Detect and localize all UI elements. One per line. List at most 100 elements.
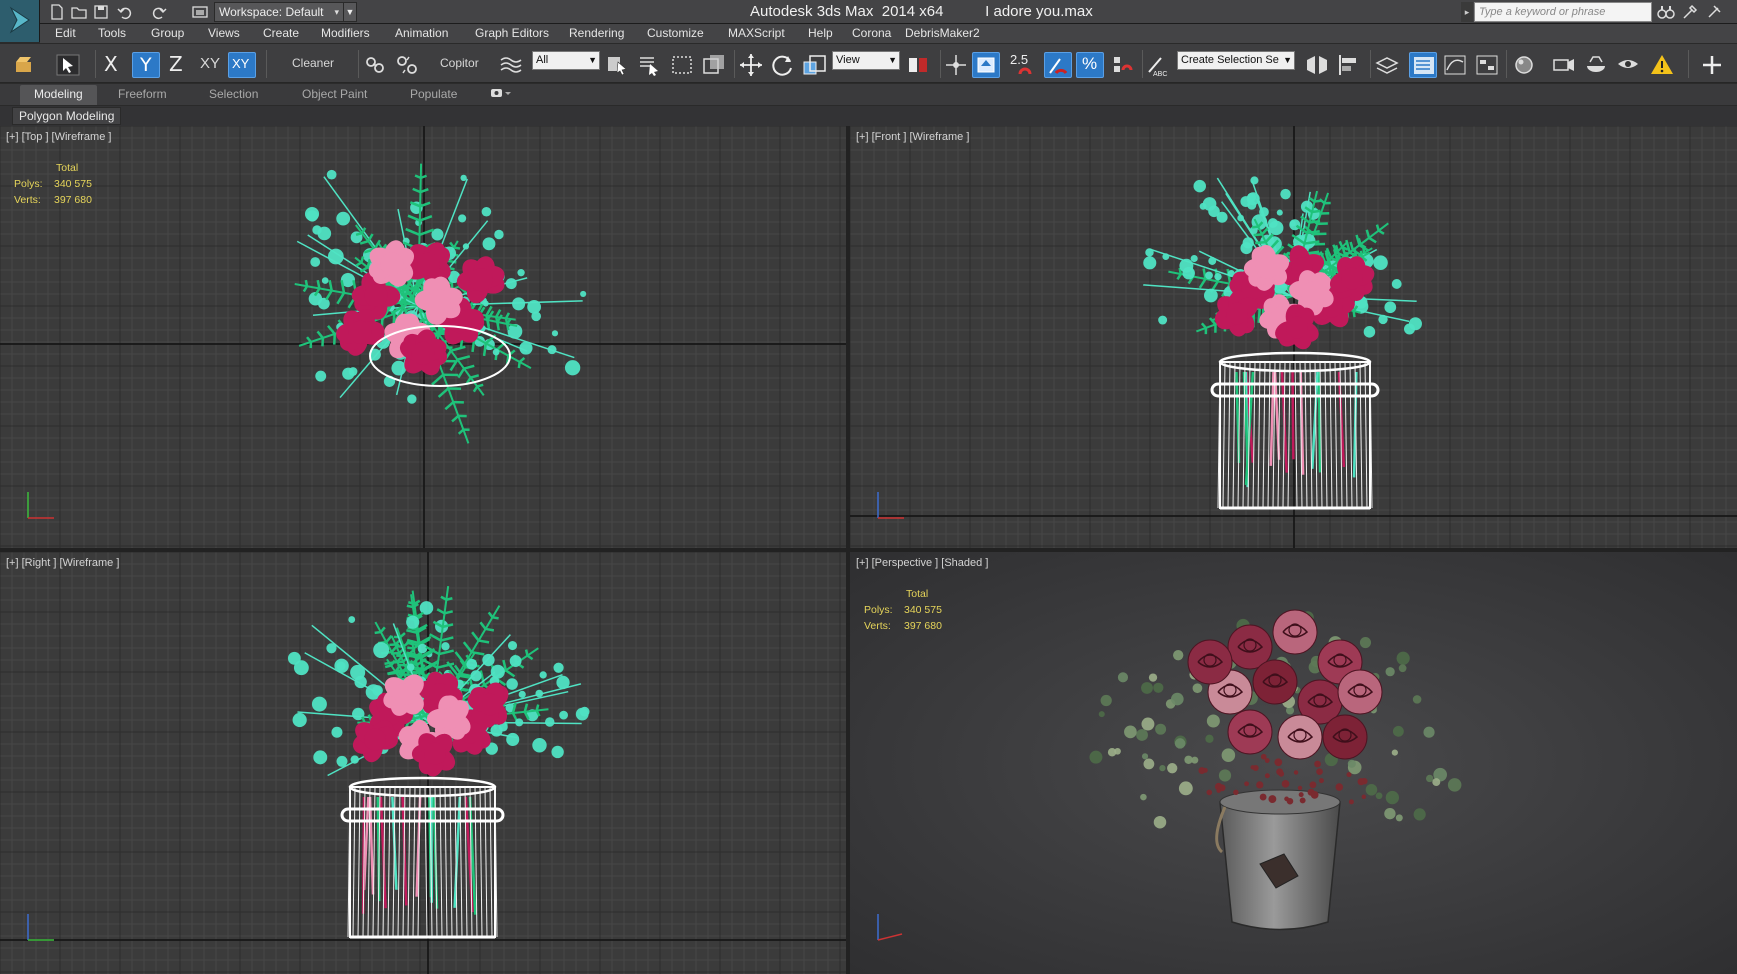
viewport-label-perspective[interactable]: [+] [Perspective ] [Shaded ] [856, 557, 988, 569]
redo-icon[interactable] [150, 3, 168, 21]
percent-snap-toggle-icon[interactable]: % [1076, 52, 1104, 78]
rectangular-selection-icon[interactable] [668, 52, 696, 78]
mirror-icon[interactable] [1303, 52, 1331, 78]
axis-xy-plane-button[interactable]: XY [228, 52, 256, 78]
chevron-down-icon: ▾ [334, 7, 339, 17]
pivot-point-center-icon[interactable] [904, 52, 932, 78]
rotate-icon[interactable] [769, 52, 797, 78]
menu-animation[interactable]: Animation [395, 26, 448, 40]
menu-debrismaker2[interactable]: DebrisMaker2 [905, 26, 980, 40]
layer-manager-icon[interactable] [1373, 52, 1401, 78]
axis-tripod-icon [27, 492, 54, 519]
viewport-label-right[interactable]: [+] [Right ] [Wireframe ] [6, 557, 119, 569]
tab-object-paint[interactable]: Object Paint [302, 87, 367, 101]
tab-populate[interactable]: Populate [410, 87, 457, 101]
menu-customize[interactable]: Customize [647, 26, 704, 40]
axis-z-button[interactable]: Z [169, 52, 183, 76]
axis-y-button[interactable]: Y [132, 52, 160, 78]
viewport-divider-horizontal[interactable] [0, 548, 1737, 552]
app-logo[interactable] [0, 0, 40, 42]
axis-xy-button[interactable]: XY [200, 55, 220, 72]
bouquet-wireframe-top [294, 163, 587, 444]
copitor-button[interactable]: Copitor [440, 56, 479, 70]
named-selection-select[interactable]: Create Selection Se ▼ [1177, 51, 1295, 70]
select-object-arrow-icon[interactable] [604, 52, 632, 78]
binoculars-icon[interactable] [1656, 2, 1676, 22]
cleaner-button[interactable]: Cleaner [292, 56, 334, 70]
tab-selection[interactable]: Selection [209, 87, 258, 101]
select-by-name-icon[interactable] [636, 52, 664, 78]
axis-y-label: Y [140, 54, 152, 76]
scale-icon[interactable] [801, 52, 829, 78]
container-icon[interactable] [10, 52, 38, 78]
search-expand-button[interactable]: ▸ [1461, 2, 1473, 22]
keyboard-shortcut-override-icon[interactable] [972, 52, 1000, 78]
workspace-dropdown[interactable]: Workspace: Default ▾ [214, 2, 344, 22]
open-file-icon[interactable] [70, 3, 88, 21]
schematic-view-icon[interactable] [1473, 52, 1501, 78]
viewport-top[interactable]: [+] [Top ] [Wireframe ] Total Polys: 340 … [0, 126, 846, 548]
workspace-label: Workspace: Default [219, 5, 324, 19]
menu-help[interactable]: Help [808, 26, 833, 40]
save-file-icon[interactable] [92, 3, 110, 21]
rendered-frame-window-icon[interactable] [1582, 52, 1610, 78]
edit-named-selection-icon[interactable]: ABC [1144, 52, 1172, 78]
stats-polys-value: 340 575 [54, 178, 92, 190]
unlink-icon[interactable] [393, 52, 421, 78]
material-editor-icon[interactable] [1510, 52, 1538, 78]
menu-rendering[interactable]: Rendering [569, 26, 624, 40]
communication-icon[interactable] [1704, 2, 1724, 22]
link-icon[interactable] [361, 52, 389, 78]
bouquet-shaded-perspective [850, 552, 1737, 974]
tab-freeform[interactable]: Freeform [118, 87, 167, 101]
stats-total-label: Total [56, 162, 79, 174]
menu-modifiers[interactable]: Modifiers [321, 26, 370, 40]
render-setup-icon[interactable] [1550, 52, 1578, 78]
angle-snap-value: 2.5 [1010, 52, 1029, 67]
select-object-icon[interactable] [54, 52, 82, 78]
spinner-snap-toggle-icon[interactable] [1108, 52, 1136, 78]
axis-tripod-icon [877, 914, 903, 941]
selection-filter-select[interactable]: All ▼ [532, 51, 600, 70]
viewport-perspective[interactable]: [+] [Perspective ] [Shaded ] Total Polys… [850, 552, 1737, 974]
axis-x-button[interactable]: X [104, 52, 118, 76]
angle-snap-toggle-icon[interactable] [1044, 52, 1072, 78]
menu-graph-editors[interactable]: Graph Editors [475, 26, 549, 40]
curve-editor-icon[interactable] [1441, 52, 1469, 78]
menu-edit[interactable]: Edit [55, 26, 76, 40]
menu-views[interactable]: Views [208, 26, 240, 40]
selection-filter-value: All [536, 54, 549, 66]
polygon-modeling-panel-button[interactable]: Polygon Modeling [12, 107, 122, 125]
scene-explorer-icon[interactable] [1409, 52, 1437, 78]
render-production-icon[interactable] [1614, 52, 1642, 78]
tab-modeling[interactable]: Modeling [20, 85, 97, 105]
space-warp-bind-icon[interactable] [497, 52, 525, 78]
ribbon-options-icon[interactable] [490, 86, 512, 103]
add-toolbar-icon[interactable] [1698, 52, 1726, 78]
search-input[interactable]: Type a keyword or phrase [1474, 2, 1652, 22]
menu-create[interactable]: Create [263, 26, 299, 40]
select-and-manipulate-icon[interactable] [942, 52, 970, 78]
chevron-down-icon: ▼ [1283, 55, 1292, 65]
workspace-menu-button[interactable]: ▼ [343, 2, 357, 22]
project-folder-icon[interactable] [191, 3, 209, 21]
viewport-right[interactable]: [+] [Right ] [Wireframe ] [0, 552, 846, 974]
move-icon[interactable] [737, 52, 765, 78]
subscription-icon[interactable] [1680, 2, 1700, 22]
align-icon[interactable] [1335, 52, 1363, 78]
viewport-label-top[interactable]: [+] [Top ] [Wireframe ] [6, 131, 111, 143]
new-file-icon[interactable] [48, 3, 66, 21]
menu-corona[interactable]: Corona [852, 26, 891, 40]
stats-total-label: Total [906, 588, 929, 600]
menu-maxscript[interactable]: MAXScript [728, 26, 785, 40]
warning-icon[interactable] [1648, 52, 1676, 78]
window-crossing-icon[interactable] [700, 52, 728, 78]
menu-group[interactable]: Group [151, 26, 184, 40]
reference-coordinate-select[interactable]: View ▼ [832, 51, 900, 70]
undo-icon[interactable] [116, 3, 134, 21]
viewport-front[interactable]: [+] [Front ] [Wireframe ] [850, 126, 1737, 548]
axis-xy-plane-label: XY [232, 56, 250, 71]
viewport-label-front[interactable]: [+] [Front ] [Wireframe ] [856, 131, 969, 143]
snaps-toggle-icon[interactable]: 2.5 [1008, 52, 1036, 78]
menu-tools[interactable]: Tools [98, 26, 126, 40]
